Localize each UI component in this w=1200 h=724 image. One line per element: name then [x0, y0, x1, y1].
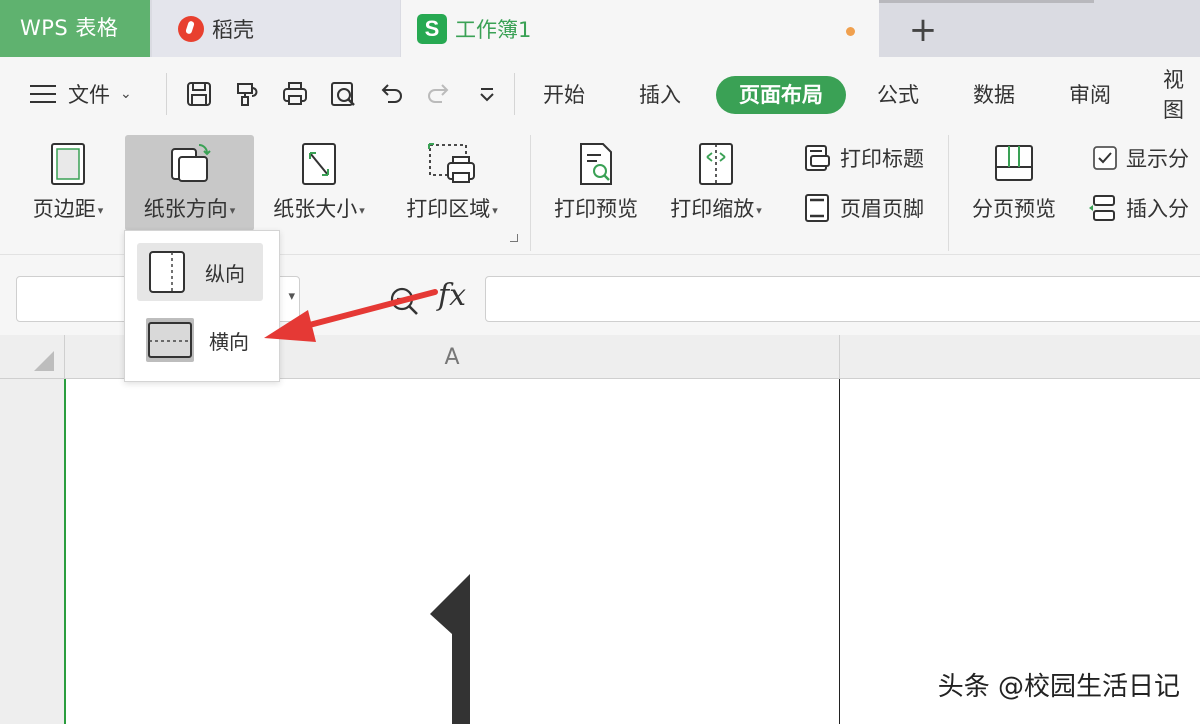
- save-icon[interactable]: [184, 79, 214, 109]
- print-titles-label: 打印标题: [840, 147, 924, 171]
- portrait-label: 纵向: [205, 261, 245, 286]
- paper-size-button[interactable]: 纸张大小 ▾: [262, 135, 376, 231]
- formula-input[interactable]: [485, 276, 1200, 322]
- customize-icon[interactable]: [472, 79, 502, 109]
- page-break-preview-button[interactable]: 分页预览: [962, 135, 1066, 231]
- margins-button[interactable]: 页边距 ▾: [16, 135, 120, 231]
- menu-bar: 文件 ⌄ 开始 插入 页面布局 公式 数据 审阅 视图: [0, 57, 1200, 131]
- annotation-arrow-icon: [264, 289, 438, 342]
- print-preview-icon[interactable]: [328, 79, 358, 109]
- divider: [530, 135, 531, 251]
- header-footer-label: 页眉页脚: [840, 197, 924, 221]
- tab-data[interactable]: 数据: [973, 57, 1015, 131]
- tab-review[interactable]: 审阅: [1069, 57, 1111, 131]
- insert-page-break-label: 插入分: [1126, 197, 1189, 221]
- divider: [166, 73, 167, 115]
- undo-icon[interactable]: [376, 79, 406, 109]
- file-menu-label: 文件: [68, 83, 110, 107]
- tab-home[interactable]: 开始: [543, 57, 585, 131]
- print-area-icon: [428, 143, 475, 183]
- header-footer-button[interactable]: 页眉页脚: [802, 193, 924, 223]
- checkbox-checked-icon: [1093, 146, 1117, 170]
- tab-view[interactable]: 视图: [1163, 57, 1200, 131]
- caret-down-icon: ▾: [229, 203, 236, 217]
- print-scale-label: 打印缩放: [670, 197, 755, 221]
- print-titles-button[interactable]: 打印标题: [802, 143, 924, 173]
- orientation-icon: [170, 144, 211, 182]
- daoke-logo-icon: [178, 15, 204, 42]
- page-break-preview-label: 分页预览: [972, 197, 1056, 221]
- print-preview-icon: [580, 143, 612, 185]
- new-tab-button[interactable]: +: [906, 10, 940, 50]
- tab-formulas[interactable]: 公式: [877, 57, 919, 131]
- landscape-label: 横向: [209, 329, 249, 354]
- watermark-text: 头条 @校园生活日记: [937, 672, 1180, 702]
- paper-size-icon: [302, 143, 336, 185]
- caret-down-icon: ▾: [359, 203, 365, 217]
- tab-wps-app[interactable]: WPS 表格: [0, 0, 150, 57]
- orientation-portrait-option[interactable]: 纵向: [137, 243, 263, 301]
- select-all-corner[interactable]: [34, 351, 54, 371]
- orientation-label: 纸张方向: [143, 197, 228, 221]
- caret-down-icon: ▾: [492, 203, 498, 217]
- print-preview-label: 打印预览: [554, 197, 638, 221]
- tab-insert[interactable]: 插入: [639, 57, 681, 131]
- portrait-page-icon: [149, 251, 185, 293]
- header-footer-icon: [805, 194, 829, 222]
- print-scale-icon: [699, 143, 733, 185]
- page-break-preview-icon: [995, 145, 1033, 181]
- redo-icon[interactable]: [424, 79, 454, 109]
- orientation-landscape-option[interactable]: 横向: [137, 311, 263, 369]
- tab-page-layout[interactable]: 页面布局: [716, 76, 846, 114]
- print-area-button[interactable]: 打印区域 ▾: [394, 135, 510, 231]
- tab-workbook[interactable]: S 工作簿1: [401, 0, 879, 57]
- caret-down-icon: ▾: [756, 203, 762, 217]
- tab-daoke-label: 稻壳: [212, 17, 254, 42]
- file-menu-button[interactable]: 文件 ⌄: [30, 57, 132, 131]
- tab-workbook-label: 工作簿1: [455, 17, 532, 42]
- tab-daoke[interactable]: 稻壳: [152, 0, 400, 57]
- paper-size-label: 纸张大小: [273, 197, 358, 221]
- orientation-button[interactable]: 纸张方向 ▾: [125, 135, 254, 231]
- show-page-break-checkbox[interactable]: 显示分: [1092, 143, 1189, 173]
- divider: [948, 135, 949, 251]
- divider: [514, 73, 515, 115]
- show-page-break-label: 显示分: [1126, 147, 1189, 171]
- format-painter-icon[interactable]: [232, 79, 262, 109]
- landscape-page-icon: [146, 318, 194, 362]
- title-tab-bar: WPS 表格 稻壳 S 工作簿1 +: [0, 0, 1200, 57]
- large-digit-glyph: [430, 574, 470, 724]
- print-titles-icon: [805, 145, 830, 171]
- margins-icon: [51, 143, 85, 185]
- hamburger-icon: [30, 85, 56, 103]
- print-area-label: 打印区域: [406, 197, 491, 221]
- print-icon[interactable]: [280, 79, 310, 109]
- caret-down-icon: ▾: [97, 203, 104, 217]
- insert-page-break-icon: [1089, 195, 1115, 221]
- chevron-down-icon: ⌄: [120, 86, 132, 102]
- group-dialog-launcher[interactable]: [510, 234, 518, 242]
- spreadsheet-logo-icon: S: [417, 13, 447, 44]
- print-preview-button[interactable]: 打印预览: [544, 135, 648, 231]
- unsaved-dot-icon: [846, 27, 855, 36]
- row-header-column: [0, 379, 64, 724]
- insert-page-break-button[interactable]: 插入分: [1088, 193, 1189, 223]
- margins-label: 页边距: [32, 197, 96, 221]
- print-scale-button[interactable]: 打印缩放 ▾: [658, 135, 774, 231]
